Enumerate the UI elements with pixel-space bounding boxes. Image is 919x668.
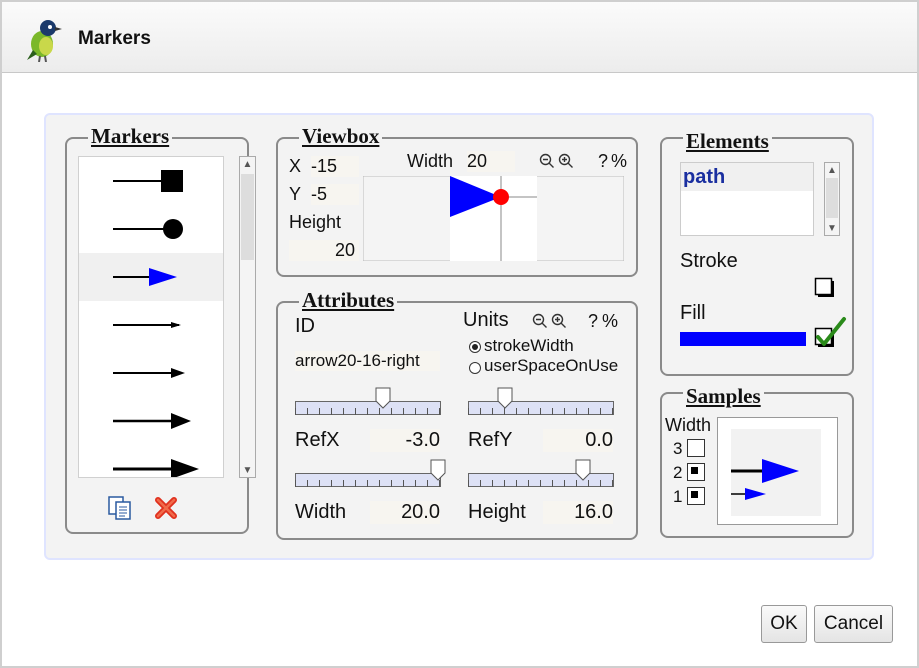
width-slider-handle[interactable] bbox=[430, 459, 446, 481]
delete-icon[interactable] bbox=[153, 495, 179, 521]
marker-list-item[interactable] bbox=[79, 445, 223, 477]
width-label: Width bbox=[295, 501, 347, 523]
cancel-button[interactable]: Cancel bbox=[814, 605, 893, 643]
viewbox-zoom-in-icon[interactable] bbox=[558, 153, 574, 169]
element-list[interactable]: path bbox=[680, 162, 814, 236]
height-label: Height bbox=[468, 501, 526, 523]
marker-list-item[interactable] bbox=[79, 205, 223, 253]
units-percent-toggle[interactable]: % bbox=[602, 311, 618, 332]
viewbox-height-field[interactable]: 20 bbox=[289, 240, 359, 261]
stroke-label: Stroke bbox=[680, 250, 738, 272]
units-user-space-radio[interactable] bbox=[469, 362, 481, 374]
viewbox-zoom-out-icon[interactable] bbox=[539, 153, 555, 169]
arrow-marker-icon bbox=[113, 268, 177, 286]
element-scroll-down-icon[interactable]: ▼ bbox=[825, 221, 839, 235]
viewbox-x-label: X bbox=[289, 156, 302, 176]
marker-editor-panel: Markers ▲ ▼ Viewbox X -15 Y -5 Height 20… bbox=[44, 113, 874, 560]
title-bar: Markers bbox=[2, 2, 917, 73]
wide-arrow-marker-icon bbox=[113, 459, 199, 477]
height-slider-handle[interactable] bbox=[575, 459, 591, 481]
large-arrow-marker-icon bbox=[113, 413, 191, 429]
viewbox-y-field[interactable]: -5 bbox=[311, 184, 359, 205]
fill-label: Fill bbox=[680, 302, 706, 324]
width-field[interactable]: 20.0 bbox=[370, 501, 440, 524]
element-list-scrollbar[interactable]: ▲ ▼ bbox=[824, 162, 840, 236]
refy-label: RefY bbox=[468, 429, 513, 451]
markers-legend: Markers bbox=[88, 124, 173, 149]
samples-width-label: Width bbox=[665, 415, 712, 435]
sample-width-1-checkbox[interactable] bbox=[687, 487, 705, 505]
markers-fieldset: Markers ▲ ▼ bbox=[65, 124, 256, 534]
viewbox-height-label: Height bbox=[289, 212, 342, 232]
marker-list-item[interactable] bbox=[79, 301, 223, 349]
viewbox-width-field[interactable]: 20 bbox=[467, 151, 515, 172]
height-field[interactable]: 16.0 bbox=[543, 501, 613, 524]
refy-field[interactable]: 0.0 bbox=[543, 429, 613, 452]
refx-field[interactable]: -3.0 bbox=[370, 429, 440, 452]
marker-list-item[interactable] bbox=[79, 253, 223, 301]
refy-slider-handle[interactable] bbox=[497, 387, 513, 409]
viewbox-width-label: Width bbox=[407, 151, 454, 171]
units-label: Units bbox=[463, 309, 509, 331]
viewbox-y-label: Y bbox=[289, 184, 302, 204]
marker-list-item[interactable] bbox=[79, 349, 223, 397]
marker-list-item[interactable] bbox=[79, 397, 223, 445]
units-zoom-in-icon[interactable] bbox=[551, 313, 567, 329]
samples-fieldset: Samples Width 3 2 1 bbox=[660, 384, 854, 538]
copy-icon[interactable] bbox=[107, 495, 133, 521]
units-help-button[interactable]: ? bbox=[588, 311, 598, 332]
elements-legend: Elements bbox=[683, 129, 772, 154]
refx-slider-handle[interactable] bbox=[375, 387, 391, 409]
scroll-up-icon[interactable]: ▲ bbox=[240, 157, 255, 171]
medium-arrow-marker-icon bbox=[113, 368, 185, 378]
samples-preview bbox=[717, 417, 838, 525]
sample-width-3-checkbox[interactable] bbox=[687, 439, 705, 457]
sample-width-1-label: 1 bbox=[673, 487, 683, 506]
ok-button[interactable]: OK bbox=[761, 605, 807, 643]
viewbox-help-button[interactable]: ? bbox=[598, 151, 608, 172]
refx-slider[interactable] bbox=[295, 387, 441, 417]
units-zoom-out-icon[interactable] bbox=[532, 313, 548, 329]
viewbox-preview[interactable] bbox=[363, 176, 624, 261]
marker-list-scrollbar[interactable]: ▲ ▼ bbox=[239, 156, 256, 478]
stroke-checkbox[interactable] bbox=[814, 277, 836, 299]
width-slider[interactable] bbox=[295, 459, 446, 489]
attributes-fieldset: Attributes ID arrow20-16-right Units ? %… bbox=[276, 288, 638, 540]
viewbox-fieldset: Viewbox X -15 Y -5 Height 20 Width 20 ? … bbox=[276, 124, 638, 277]
fill-checkbox[interactable] bbox=[814, 315, 848, 351]
scroll-down-icon[interactable]: ▼ bbox=[240, 463, 255, 477]
element-scroll-up-icon[interactable]: ▲ bbox=[825, 163, 839, 177]
bird-logo-icon bbox=[27, 20, 62, 62]
id-label: ID bbox=[295, 315, 315, 337]
viewbox-x-field[interactable]: -15 bbox=[311, 156, 359, 177]
markers-dialog: Markers Markers ▲ ▼ Viewbox X -15 Y -5 H… bbox=[0, 0, 919, 668]
refy-slider[interactable] bbox=[468, 387, 614, 417]
sample-width-2-checkbox[interactable] bbox=[687, 463, 705, 481]
height-slider[interactable] bbox=[468, 459, 614, 489]
window-title: Markers bbox=[78, 28, 151, 49]
marker-list[interactable] bbox=[78, 156, 224, 478]
sample-width-2-label: 2 bbox=[673, 463, 683, 482]
marker-list-item[interactable] bbox=[79, 157, 223, 205]
refx-label: RefX bbox=[295, 429, 340, 451]
id-field[interactable]: arrow20-16-right bbox=[295, 351, 440, 371]
attributes-legend: Attributes bbox=[299, 288, 398, 313]
units-stroke-width-label: strokeWidth bbox=[484, 336, 574, 355]
units-stroke-width-radio[interactable] bbox=[469, 341, 481, 353]
sample-width-3-label: 3 bbox=[673, 439, 683, 458]
samples-legend: Samples bbox=[683, 384, 764, 409]
units-user-space-label: userSpaceOnUse bbox=[484, 356, 619, 375]
square-end-marker-icon bbox=[113, 170, 183, 192]
fill-color-swatch[interactable] bbox=[680, 332, 806, 346]
elements-fieldset: Elements path ▲ ▼ Stroke Fill bbox=[660, 129, 854, 376]
element-item-path[interactable]: path bbox=[681, 163, 813, 191]
circle-end-marker-icon bbox=[113, 219, 183, 239]
element-scroll-thumb[interactable] bbox=[826, 178, 838, 218]
small-arrow-marker-icon bbox=[113, 322, 181, 328]
viewbox-legend: Viewbox bbox=[299, 124, 383, 149]
scroll-thumb[interactable] bbox=[241, 174, 254, 260]
viewbox-percent-toggle[interactable]: % bbox=[611, 151, 627, 172]
